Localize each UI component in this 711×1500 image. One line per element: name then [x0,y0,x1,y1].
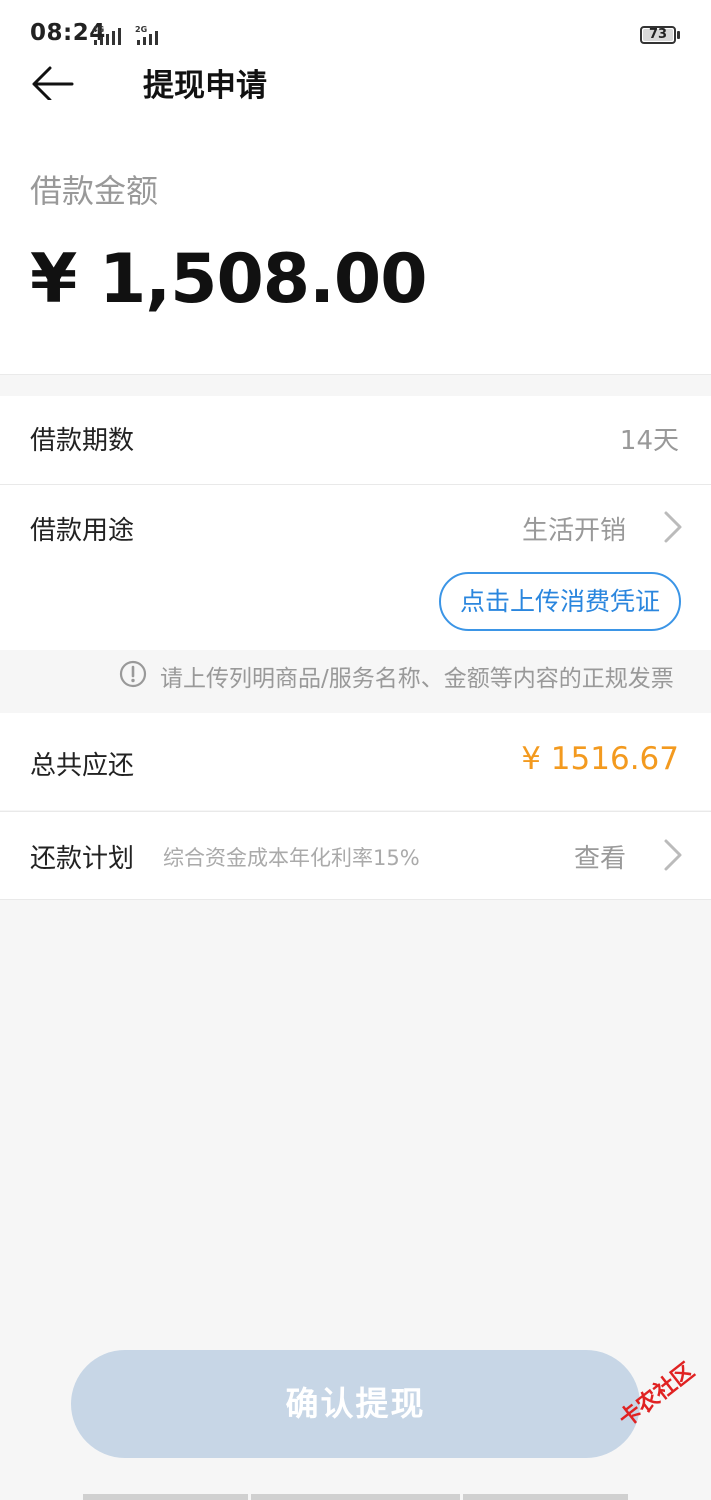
signal-2g-icon: 2G [135,25,158,45]
battery-level: 73 [643,28,673,41]
signal-4g-icon: 4G [92,25,121,45]
exclamation-circle-icon [119,660,147,688]
confirm-withdraw-button[interactable]: 确认提现 [71,1350,640,1458]
purpose-label: 借款用途 [30,516,135,546]
term-label: 借款期数 [30,426,135,456]
plan-view-link[interactable]: 查看 [574,838,626,875]
chevron-right-icon[interactable] [663,510,683,544]
plan-label: 还款计划 [30,844,135,874]
amount-value: ¥ 1,508.00 [30,240,428,319]
battery-cap [677,31,680,39]
page-title: 提现申请 [143,68,267,104]
network-4g-label: 4G [92,25,104,34]
upload-receipt-button[interactable]: 点击上传消费凭证 [439,572,681,631]
notice-text: 请上传列明商品/服务名称、金额等内容的正规发票 [160,666,674,692]
battery-icon: 73 [640,26,676,44]
total-value: ¥ 1516.67 [521,741,679,777]
plan-rate-text: 综合资金成本年化利率15% [163,846,420,870]
arrow-left-icon[interactable] [30,66,76,102]
purpose-value[interactable]: 生活开销 [522,510,626,547]
total-label: 总共应还 [30,751,135,781]
term-value: 14天 [619,426,679,456]
nav-indicator [463,1494,628,1500]
amount-card [0,100,711,375]
network-2g-label: 2G [135,25,147,34]
amount-label: 借款金额 [30,172,159,210]
nav-indicator [83,1494,248,1500]
chevron-right-icon[interactable] [663,838,683,872]
nav-indicator [251,1494,460,1500]
